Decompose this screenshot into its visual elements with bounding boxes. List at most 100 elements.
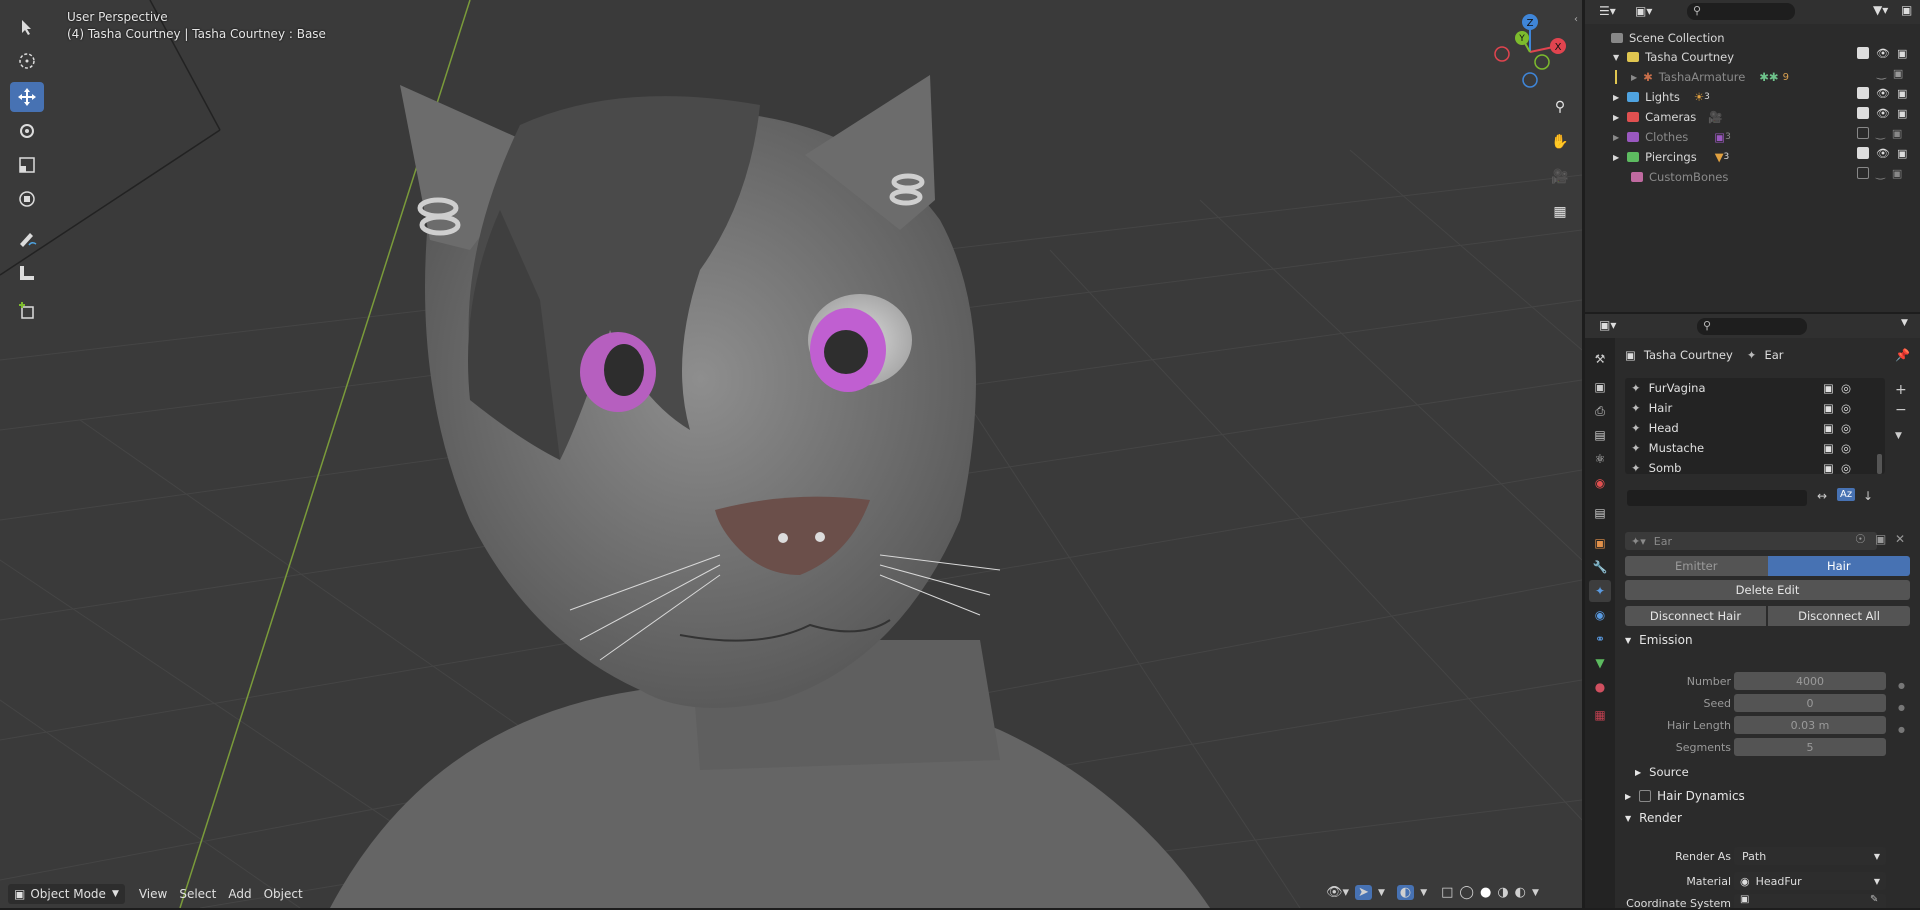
add-icon[interactable]: + xyxy=(1895,380,1907,400)
data-tab-icon[interactable]: ▼ xyxy=(1589,652,1611,674)
keyframe-dot-icon[interactable]: ● xyxy=(1898,697,1905,719)
expand-arrow-icon[interactable]: ▶ xyxy=(1613,133,1619,142)
material-dropdown[interactable]: ◉ HeadFur ▼ xyxy=(1734,872,1886,890)
list-item[interactable]: ✦ Head ▣ ◎ xyxy=(1625,418,1875,438)
hair-dynamics-checkbox[interactable] xyxy=(1639,790,1652,802)
particles-tab-icon[interactable]: ✦ xyxy=(1589,580,1611,602)
chevron-down-icon[interactable]: ▼ xyxy=(1420,888,1427,898)
sort-alpha-icon[interactable]: Az xyxy=(1837,488,1856,501)
render-icon[interactable]: ◎ xyxy=(1841,461,1851,475)
breadcrumb-object[interactable]: Tasha Courtney xyxy=(1644,348,1733,362)
close-icon[interactable]: ✕ xyxy=(1895,532,1905,546)
camera-icon[interactable]: 🎥 xyxy=(1547,164,1573,190)
tree-row-piercings[interactable]: ▶ Piercings ▼ 3 xyxy=(1585,147,1887,167)
tree-row-cameras[interactable]: ▶ Cameras 🎥 xyxy=(1585,107,1887,127)
eye-icon[interactable]: 👁 xyxy=(1876,107,1890,120)
cursor-icon[interactable] xyxy=(10,46,44,76)
rotate-icon[interactable] xyxy=(10,116,44,146)
render-as-dropdown[interactable]: Path ▼ xyxy=(1734,847,1886,865)
modifier-tab-icon[interactable]: 🔧 xyxy=(1589,556,1611,578)
list-filter-input[interactable] xyxy=(1627,490,1807,506)
constraints-tab-icon[interactable]: ⚭ xyxy=(1589,628,1611,650)
collapse-arrow-icon[interactable]: ‹ xyxy=(1574,14,1578,25)
exclude-checkbox[interactable] xyxy=(1857,47,1869,59)
collection-tab-icon[interactable]: ▤ xyxy=(1589,502,1611,524)
new-collection-icon[interactable]: ▣ xyxy=(1901,3,1912,17)
visibility-icon[interactable]: 👁▾ xyxy=(1326,885,1349,900)
chevron-down-icon[interactable]: ▼ xyxy=(1378,888,1385,898)
tree-row-custombones[interactable]: CustomBones xyxy=(1585,167,1887,187)
seed-field[interactable]: 0 xyxy=(1734,694,1886,712)
tool-tab-icon[interactable]: ⚒ xyxy=(1589,348,1611,370)
move-icon[interactable] xyxy=(10,82,44,112)
navigation-gizmo[interactable]: Z X Y xyxy=(1490,10,1570,90)
select-icon[interactable] xyxy=(10,12,44,42)
exclude-checkbox[interactable] xyxy=(1857,147,1869,159)
menu-select[interactable]: Select xyxy=(173,884,222,904)
solid-shading-icon[interactable]: ● xyxy=(1480,885,1491,900)
view-layer-tab-icon[interactable]: ▤ xyxy=(1589,424,1611,446)
list-item[interactable]: ✦ Somb ▣ ◎ xyxy=(1625,458,1875,478)
exclude-checkbox[interactable] xyxy=(1857,127,1869,139)
tree-row-clothes[interactable]: ▶ Clothes ▣ 3 xyxy=(1585,127,1887,147)
filter-invert-icon[interactable]: ↔ xyxy=(1817,489,1827,503)
chevron-down-icon[interactable]: ▼ xyxy=(1532,888,1539,898)
add-cube-icon[interactable] xyxy=(10,296,44,326)
camera-icon[interactable]: ▣ xyxy=(1897,87,1907,100)
physics-tab-icon[interactable]: ◉ xyxy=(1589,604,1611,626)
grid-icon[interactable]: ▦ xyxy=(1547,199,1573,225)
outliner-search-input[interactable]: ⚲ xyxy=(1687,3,1795,20)
viewport-display-icon[interactable]: ▣ xyxy=(1823,381,1834,395)
hair-length-field[interactable]: 0.03 m xyxy=(1734,716,1886,734)
menu-object[interactable]: Object xyxy=(258,884,309,904)
eye-closed-icon[interactable]: ‿ xyxy=(1876,127,1885,140)
segments-field[interactable]: 5 xyxy=(1734,738,1886,756)
disconnect-hair-button[interactable]: Disconnect Hair xyxy=(1625,606,1766,626)
tree-row-tasha-armature[interactable]: ▶ ✱ TashaArmature ✱✱ 9 xyxy=(1585,67,1887,87)
wireframe-shading-icon[interactable]: ◯ xyxy=(1459,885,1474,900)
number-field[interactable]: 4000 xyxy=(1734,672,1886,690)
keyframe-dot-icon[interactable]: ● xyxy=(1898,675,1905,697)
scale-icon[interactable] xyxy=(10,150,44,180)
texture-tab-icon[interactable]: ▦ xyxy=(1589,704,1611,726)
chevron-down-icon[interactable]: ▼ xyxy=(1895,426,1907,446)
tab-emitter[interactable]: Emitter xyxy=(1625,556,1768,576)
display-mode-icon[interactable]: ▣▾ xyxy=(1635,4,1652,18)
eye-closed-icon[interactable]: ‿ xyxy=(1877,67,1886,80)
material-tab-icon[interactable]: ● xyxy=(1589,676,1611,698)
expand-arrow-icon[interactable]: ▶ xyxy=(1631,73,1637,82)
render-icon[interactable]: ◎ xyxy=(1841,401,1851,415)
properties-search-input[interactable]: ⚲ xyxy=(1697,318,1807,335)
breadcrumb-system[interactable]: Ear xyxy=(1764,348,1783,362)
hair-dynamics-section-header[interactable]: ▶ Hair Dynamics xyxy=(1625,789,1745,803)
expand-arrow-icon[interactable]: ▼ xyxy=(1613,53,1619,62)
pan-hand-icon[interactable]: ✋ xyxy=(1547,129,1573,155)
eye-icon[interactable]: 👁 xyxy=(1876,47,1890,60)
overlay-toggle-icon[interactable]: ◐ xyxy=(1396,885,1415,900)
camera-icon[interactable]: ▣ xyxy=(1897,47,1907,60)
material-shading-icon[interactable]: ◑ xyxy=(1497,885,1508,900)
filter-icon[interactable]: ▼▾ xyxy=(1873,3,1888,17)
emission-section-header[interactable]: ▼ Emission xyxy=(1625,630,1920,650)
eyedropper-icon[interactable]: ✎ xyxy=(1870,894,1878,905)
list-item[interactable]: ✦ FurVagina ▣ ◎ xyxy=(1625,378,1875,398)
menu-view[interactable]: View xyxy=(133,884,173,904)
pin-icon[interactable]: 📌 xyxy=(1895,348,1910,362)
particle-settings-field[interactable]: ✦▾ Ear xyxy=(1625,532,1877,550)
camera-icon[interactable]: ▣ xyxy=(1892,127,1902,140)
sort-reverse-icon[interactable]: ↓ xyxy=(1863,489,1873,503)
camera-icon[interactable]: ▣ xyxy=(1897,107,1907,120)
mode-dropdown[interactable]: ▣ Object Mode ▼ xyxy=(8,884,125,904)
render-icon[interactable]: ◎ xyxy=(1841,381,1851,395)
editor-type-icon[interactable]: ☰▾ xyxy=(1599,4,1616,18)
editor-type-icon[interactable]: ▣▾ xyxy=(1599,318,1616,332)
source-subpanel-header[interactable]: ▶ Source xyxy=(1635,765,1689,779)
gizmo-toggle-icon[interactable]: ➤ xyxy=(1355,885,1372,900)
coordinate-system-field[interactable]: ▣ ✎ xyxy=(1734,894,1886,908)
annotate-icon[interactable] xyxy=(10,224,44,254)
output-tab-icon[interactable]: ⎙ xyxy=(1589,400,1611,422)
viewport-display-icon[interactable]: ▣ xyxy=(1823,401,1834,415)
remove-icon[interactable]: − xyxy=(1895,400,1907,420)
transform-icon[interactable] xyxy=(10,184,44,214)
tab-hair[interactable]: Hair xyxy=(1767,556,1910,576)
